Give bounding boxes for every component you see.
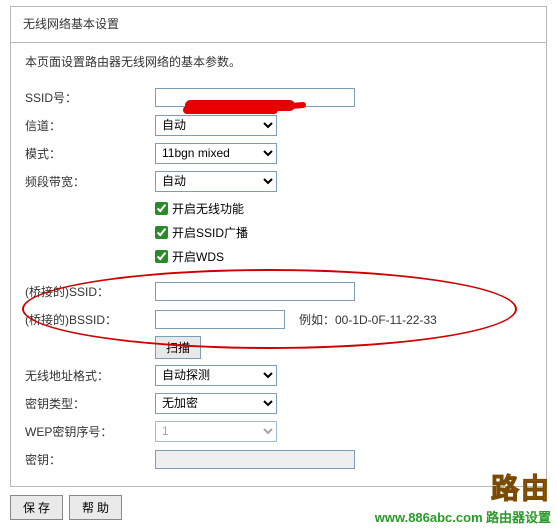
row-wep-index: WEP密钥序号： 1 — [25, 418, 532, 444]
addr-format-label: 无线地址格式： — [25, 367, 155, 384]
enable-wireless-label: 开启无线功能 — [172, 200, 244, 217]
bridge-bssid-hint: 例如：00-1D-0F-11-22-33 — [299, 311, 437, 328]
ssid-label: SSID号： — [25, 89, 155, 106]
enable-wireless-checkbox[interactable] — [155, 202, 168, 215]
mode-label: 模式： — [25, 145, 155, 162]
key-input — [155, 450, 355, 469]
row-scan: 扫描 — [25, 334, 532, 360]
row-mode: 模式： 11bgn mixed — [25, 140, 532, 166]
channel-label: 信道： — [25, 117, 155, 134]
help-button[interactable]: 帮 助 — [69, 495, 122, 520]
enable-wds-checkbox[interactable] — [155, 250, 168, 263]
save-button[interactable]: 保 存 — [10, 495, 63, 520]
annotation-redact-2 — [183, 106, 278, 114]
row-key-type: 密钥类型： 无加密 — [25, 390, 532, 416]
mode-select[interactable]: 11bgn mixed — [155, 143, 277, 164]
row-enable-ssid-broadcast: 开启SSID广播 — [25, 220, 532, 244]
bandwidth-select[interactable]: 自动 — [155, 171, 277, 192]
watermark-cn: 路由器设置 — [486, 510, 551, 525]
bridge-ssid-label: (桥接的)SSID： — [25, 283, 155, 300]
row-enable-wds: 开启WDS — [25, 244, 532, 268]
bandwidth-label: 频段带宽： — [25, 173, 155, 190]
wep-index-label: WEP密钥序号： — [25, 423, 155, 440]
channel-select[interactable]: 自动 — [155, 115, 277, 136]
key-label: 密钥： — [25, 451, 155, 468]
watermark-brand: 路由 — [375, 467, 551, 507]
bridge-bssid-label: (桥接的)BSSID： — [25, 311, 155, 328]
row-enable-wireless: 开启无线功能 — [25, 196, 532, 220]
row-bridge-bssid: (桥接的)BSSID： 例如：00-1D-0F-11-22-33 — [25, 306, 532, 332]
addr-format-select[interactable]: 自动探测 — [155, 365, 277, 386]
key-type-select[interactable]: 无加密 — [155, 393, 277, 414]
row-channel: 信道： 自动 — [25, 112, 532, 138]
row-bandwidth: 频段带宽： 自动 — [25, 168, 532, 194]
enable-ssid-broadcast-checkbox[interactable] — [155, 226, 168, 239]
watermark-url: www.886abc.com — [375, 510, 483, 525]
panel-title: 无线网络基本设置 — [11, 7, 546, 43]
wireless-settings-panel: 无线网络基本设置 本页面设置路由器无线网络的基本参数。 SSID号： 信道： 自… — [10, 6, 547, 487]
key-type-label: 密钥类型： — [25, 395, 155, 412]
bridge-ssid-input[interactable] — [155, 282, 355, 301]
enable-wds-label: 开启WDS — [172, 248, 224, 265]
intro-text: 本页面设置路由器无线网络的基本参数。 — [25, 53, 532, 70]
row-addr-format: 无线地址格式： 自动探测 — [25, 362, 532, 388]
row-bridge-ssid: (桥接的)SSID： — [25, 278, 532, 304]
bridge-bssid-input[interactable] — [155, 310, 285, 329]
scan-button[interactable]: 扫描 — [155, 336, 201, 359]
enable-ssid-broadcast-label: 开启SSID广播 — [172, 224, 248, 241]
wep-index-select: 1 — [155, 421, 277, 442]
watermark: 路由 www.886abc.com 路由器设置 — [375, 467, 551, 526]
